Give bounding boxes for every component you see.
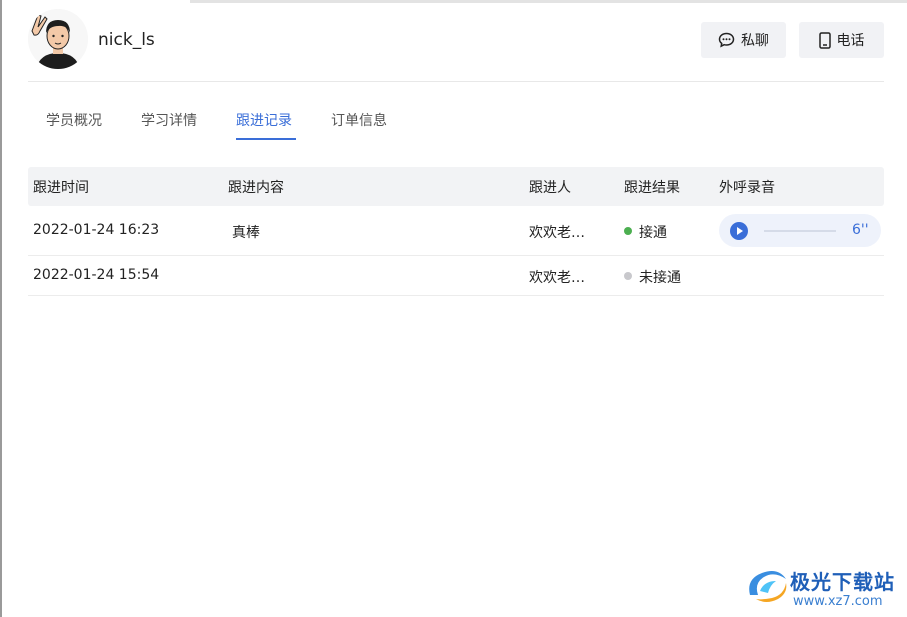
student-detail-panel: nick_ls 私聊 电话 学员概况 学习详情 跟进记录 订单信息 跟进时间 跟… bbox=[0, 0, 907, 617]
recording-progress-track[interactable] bbox=[764, 230, 836, 232]
tab-learning-details[interactable]: 学习详情 bbox=[141, 110, 197, 130]
watermark-logo-icon bbox=[744, 565, 790, 611]
private-chat-button[interactable]: 私聊 bbox=[701, 22, 786, 58]
row-time: 2022-01-24 15:54 bbox=[33, 267, 160, 283]
column-header-recording: 外呼录音 bbox=[719, 180, 775, 196]
watermark-title: 极光下载站 bbox=[790, 570, 895, 594]
status-dot-not-connected bbox=[624, 272, 632, 280]
row-content: 真棒 bbox=[232, 225, 260, 241]
window-edge bbox=[0, 0, 2, 617]
play-icon[interactable] bbox=[730, 222, 748, 240]
row-person: 欢欢老… bbox=[529, 225, 585, 241]
header-divider bbox=[28, 81, 884, 82]
recording-player[interactable]: 6'' bbox=[719, 214, 881, 247]
row-result: 接通 bbox=[639, 225, 667, 241]
active-tab-indicator bbox=[236, 138, 296, 140]
phone-label: 电话 bbox=[836, 33, 865, 49]
avatar-illustration bbox=[28, 9, 88, 69]
tab-student-overview[interactable]: 学员概况 bbox=[46, 110, 102, 130]
window-edge-top bbox=[190, 0, 907, 3]
row-person: 欢欢老… bbox=[529, 270, 585, 286]
status-dot-connected bbox=[624, 227, 632, 235]
tab-order-info[interactable]: 订单信息 bbox=[331, 110, 387, 130]
chat-bubble-icon bbox=[718, 32, 735, 48]
phone-icon bbox=[818, 31, 831, 49]
avatar bbox=[28, 9, 88, 69]
recording-duration: 6'' bbox=[852, 222, 869, 238]
username: nick_ls bbox=[98, 30, 155, 50]
row-time: 2022-01-24 16:23 bbox=[33, 222, 160, 238]
row-result: 未接通 bbox=[639, 270, 681, 286]
column-header-person: 跟进人 bbox=[529, 180, 571, 196]
tab-follow-up-records[interactable]: 跟进记录 bbox=[236, 110, 292, 130]
column-header-time: 跟进时间 bbox=[33, 180, 89, 196]
phone-button[interactable]: 电话 bbox=[799, 22, 884, 58]
watermark-url: www.xz7.com bbox=[793, 594, 883, 609]
private-chat-label: 私聊 bbox=[741, 33, 769, 49]
column-header-result: 跟进结果 bbox=[624, 180, 680, 196]
column-header-content: 跟进内容 bbox=[228, 180, 284, 196]
